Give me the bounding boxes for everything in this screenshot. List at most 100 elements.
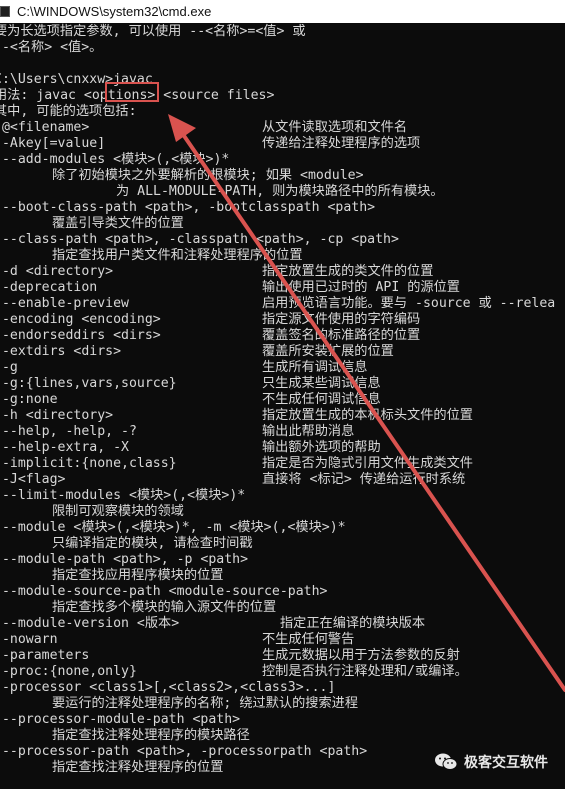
console-line: 覆盖引导类文件的位置 [0,216,565,232]
option-name: -Akey[=value] [0,136,106,151]
option-name: -h <directory> [0,408,114,423]
console-line: --help, -help, -? 输出此帮助消息 [0,424,565,440]
console-line: 只编译指定的模块, 请检查时间戳 [0,536,565,552]
console-line: 要为长选项指定参数, 可以使用 --<名称>=<值> 或 [0,24,565,40]
console-line: 其中, 可能的选项包括: [0,104,565,120]
console-line: 要运行的注释处理程序的名称; 绕过默认的搜索进程 [0,696,565,712]
option-description: 覆盖所安装扩展的位置 [262,344,394,359]
option-description: 输出使用已过时的 API 的源位置 [262,280,460,295]
option-name: -d <directory> [0,264,114,279]
option-description: 不生成任何警告 [262,632,355,647]
option-name: --module-version <版本> [0,616,180,631]
option-description: 生成所有调试信息 [262,360,368,375]
option-name: -encoding <encoding> [0,312,161,327]
option-description: 输出额外选项的帮助 [262,440,381,455]
option-description: 只编译指定的模块, 请检查时间戳 [52,536,253,551]
watermark: 极客交互软件 [434,752,548,772]
option-name: -endorseddirs <dirs> [0,328,161,343]
option-description: 直接将 <标记> 传递给运行时系统 [262,472,466,487]
console-line: C:\Users\cnxxw>javac [0,72,565,88]
window-title: C:\WINDOWS\system32\cmd.exe [17,4,212,19]
option-description: 不生成任何调试信息 [262,392,381,407]
console-line: --module-version <版本> 指定正在编译的模块版本 [0,616,565,632]
console-line: @<filename> 从文件读取选项和文件名 [0,120,565,136]
option-name: -implicit:{none,class} [0,456,177,471]
console-line: --module-path <path>, -p <path> [0,552,565,568]
option-name: -J<flag> [0,472,66,487]
option-description: 要运行的注释处理程序的名称; 绕过默认的搜索进程 [52,696,359,711]
console-line: -processor <class1>[,<class2>,<class3>..… [0,680,565,696]
option-description: 指定查找用户类文件和注释处理程序的位置 [52,248,303,263]
console-line: -implicit:{none,class} 指定是否为隐式引用文件生成类文件 [0,456,565,472]
console-line: 限制可观察模块的领域 [0,504,565,520]
console-text: --module <模块>(,<模块>)*, -m <模块>(,<模块>)* [0,520,346,535]
console-line: -d <directory> 指定放置生成的类文件的位置 [0,264,565,280]
wechat-icon [435,753,458,770]
console-line: -parameters 生成元数据以用于方法参数的反射 [0,648,565,664]
console-text: --module-path <path>, -p <path> [0,552,249,567]
console-line: --<名称> <值>。 [0,40,565,56]
console-text: --processor-path <path>, -processorpath … [0,744,368,759]
console-output[interactable]: 要为长选项指定参数, 可以使用 --<名称>=<值> 或 --<名称> <值>。 C… [0,23,565,789]
console-text: -processor <class1>[,<class2>,<class3>..… [0,680,336,695]
console-line: -h <directory> 指定放置生成的本机标头文件的位置 [0,408,565,424]
option-description: 指定是否为隐式引用文件生成类文件 [262,456,473,471]
console-text: --add-modules <模块>(,<模块>)* [0,152,230,167]
option-description: 指定放置生成的本机标头文件的位置 [262,408,473,423]
console-line: --module <模块>(,<模块>)*, -m <模块>(,<模块>)* [0,520,565,536]
option-name: @<filename> [0,120,90,135]
option-description: 指定查找多个模块的输入源文件的位置 [52,600,277,615]
console-line: --help-extra, -X 输出额外选项的帮助 [0,440,565,456]
option-description: 覆盖引导类文件的位置 [52,216,184,231]
console-line: -J<flag> 直接将 <标记> 传递给运行时系统 [0,472,565,488]
option-name: --help, -help, -? [0,424,137,439]
option-description: 启用预览语言功能。要与 -source 或 --relea [262,296,556,311]
cmd-icon [0,6,10,17]
console-text: --limit-modules <模块>(,<模块>)* [0,488,246,503]
option-name: -g [1,360,18,375]
console-line: -nowarn 不生成任何警告 [0,632,565,648]
console-line: -proc:{none,only} 控制是否执行注释处理和/或编译。 [0,664,565,680]
console-text: --<名称> <值>。 [0,40,103,55]
option-description: 除了初始模块之外要解析的根模块; 如果 <module> [52,168,364,183]
console-text: 其中, 可能的选项包括: [0,104,137,119]
console-line: --processor-module-path <path> [0,712,565,728]
console-line: 指定查找多个模块的输入源文件的位置 [0,600,565,616]
console-line: --boot-class-path <path>, -bootclasspath… [0,200,565,216]
console-line: -deprecation 输出使用已过时的 API 的源位置 [0,280,565,296]
console-line: -endorseddirs <dirs> 覆盖签名的标准路径的位置 [0,328,565,344]
console-line: -g 生成所有调试信息 [0,360,565,376]
option-description: 指定正在编译的模块版本 [280,616,426,631]
option-name: -proc:{none,only} [0,664,137,679]
console-line: 用法: javac <options> <source files> [0,88,565,104]
console-text: --class-path <path>, -classpath <path>, … [0,232,399,247]
console-line: --limit-modules <模块>(,<模块>)* [0,488,565,504]
console-line: -Akey[=value] 传递给注释处理程序的选项 [0,136,565,152]
option-name: --enable-preview [0,296,129,311]
console-line: 除了初始模块之外要解析的根模块; 如果 <module> [0,168,565,184]
option-description: 指定查找注释处理程序的位置 [52,760,224,775]
option-description: 生成元数据以用于方法参数的反射 [262,648,460,663]
option-name: -nowarn [0,632,58,647]
console-line: --enable-preview 启用预览语言功能。要与 -source 或 --… [0,296,565,312]
option-name: --help-extra, -X [0,440,129,455]
javac-highlight-box [105,82,159,102]
console-line: -extdirs <dirs> 覆盖所安装扩展的位置 [0,344,565,360]
console-line: -g:{lines,vars,source} 只生成某些调试信息 [0,376,565,392]
option-description: 指定查找应用程序模块的位置 [52,568,224,583]
option-description: 输出此帮助消息 [262,424,355,439]
option-description: 限制可观察模块的领域 [52,504,184,519]
console-line: 指定查找用户类文件和注释处理程序的位置 [0,248,565,264]
option-description: 指定查找注释处理程序的模块路径 [52,728,250,743]
option-name: -parameters [0,648,90,663]
option-description: 指定源文件使用的字符编码 [262,312,421,327]
option-name: -extdirs <dirs> [0,344,122,359]
option-description: 从文件读取选项和文件名 [262,120,408,135]
console-line: --module-source-path <module-source-path… [0,584,565,600]
watermark-text: 极客交互软件 [464,754,548,770]
console-text: --module-source-path <module-source-path… [0,584,328,599]
title-bar: C:\WINDOWS\system32\cmd.exe [0,0,565,23]
option-description: 控制是否执行注释处理和/或编译。 [262,664,468,679]
option-name: -deprecation [0,280,98,295]
